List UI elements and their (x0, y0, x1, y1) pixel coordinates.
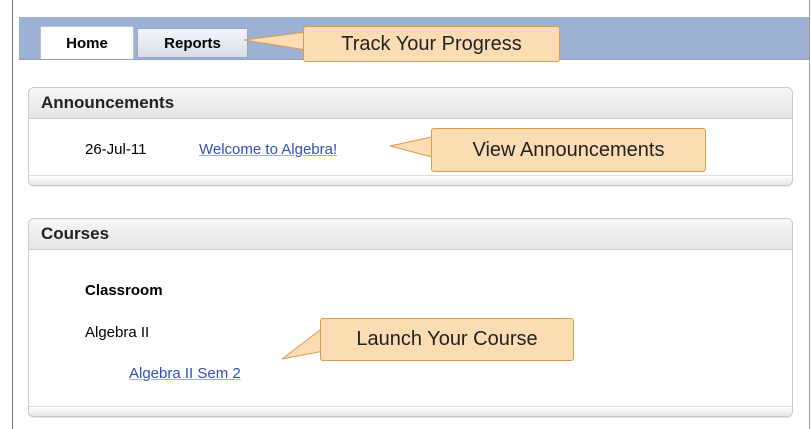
callout-announcements-text: View Announcements (472, 138, 665, 161)
callout-progress-text: Track Your Progress (341, 32, 522, 55)
courses-heading: Courses (29, 219, 792, 250)
course-name: Algebra II (85, 324, 150, 341)
tab-reports-label: Reports (164, 34, 221, 52)
tab-home-label: Home (66, 34, 108, 52)
course-launch-link[interactable]: Algebra II Sem 2 (129, 365, 241, 382)
callout-announcements: View Announcements (431, 128, 706, 172)
announcement-date: 26-Jul-11 (85, 141, 147, 158)
announcements-panel-footer (29, 175, 792, 185)
announcement-link[interactable]: Welcome to Algebra! (199, 141, 337, 158)
course-group-label: Classroom (85, 282, 163, 299)
callout-course: Launch Your Course (320, 318, 574, 361)
announcements-heading: Announcements (29, 88, 792, 119)
tab-home[interactable]: Home (40, 26, 134, 59)
tab-reports[interactable]: Reports (137, 28, 248, 58)
courses-panel-footer (29, 406, 792, 416)
callout-course-text: Launch Your Course (356, 328, 538, 350)
callout-progress: Track Your Progress (303, 26, 560, 62)
callout-pointer-progress (243, 31, 307, 51)
